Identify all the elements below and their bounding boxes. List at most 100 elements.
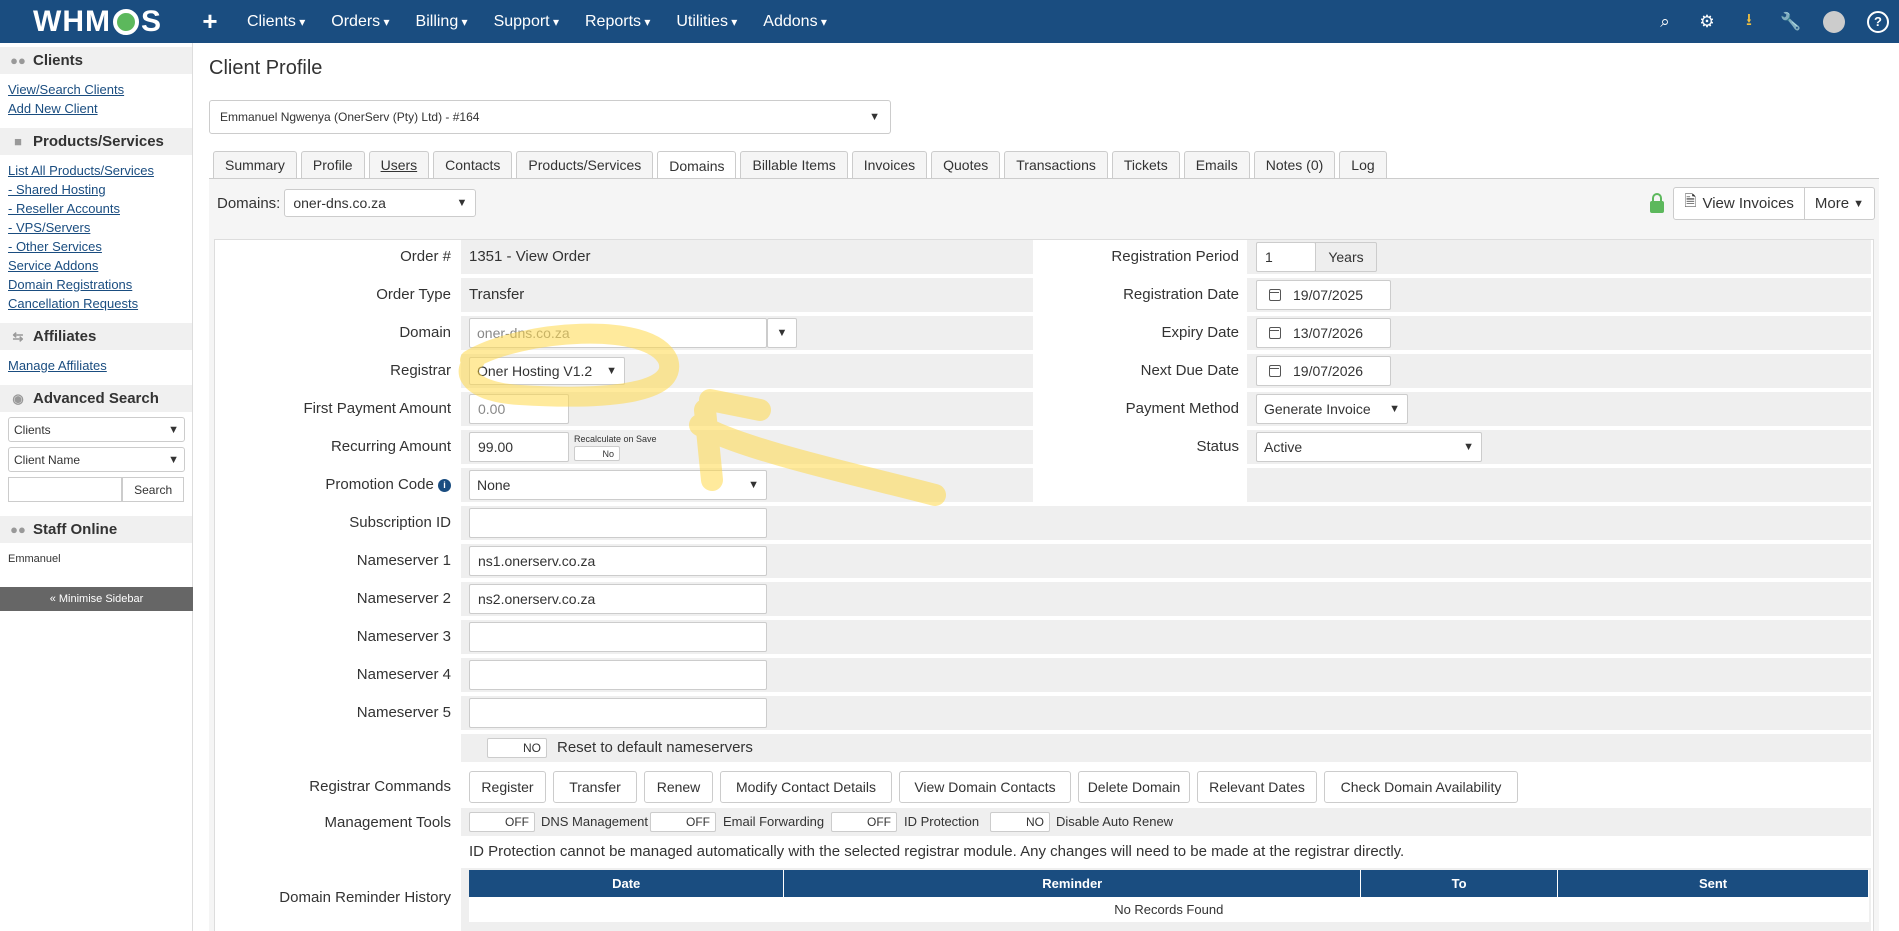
minimise-sidebar-button[interactable]: « Minimise Sidebar (0, 587, 193, 611)
menu-support[interactable]: Support (481, 13, 572, 31)
nameserver2-label: Nameserver 2 (356, 590, 451, 607)
menu-billing[interactable]: Billing (403, 13, 481, 31)
whmcs-logo[interactable]: WHM S (0, 5, 180, 39)
secure-lock-icon (1650, 193, 1664, 213)
tab-billable-items[interactable]: Billable Items (740, 151, 848, 178)
expiry-date-input[interactable]: 13/07/2026 (1256, 318, 1391, 348)
renew-button[interactable]: Renew (644, 771, 713, 803)
view-domain-contacts-button[interactable]: View Domain Contacts (899, 771, 1071, 803)
domain-switch-select[interactable]: oner-dns.co.za ▼ (284, 189, 477, 217)
chevron-down-icon: ▼ (168, 423, 179, 436)
registration-period-unit: Years (1315, 242, 1377, 272)
tab-contacts[interactable]: Contacts (433, 151, 513, 178)
link-list-all-products[interactable]: List All Products/Services (8, 161, 184, 180)
check-domain-availability-button[interactable]: Check Domain Availability (1324, 771, 1518, 803)
nameserver5-label: Nameserver 5 (356, 704, 451, 721)
domain-dropdown-button[interactable]: ▼ (767, 318, 797, 348)
link-add-new-client[interactable]: Add New Client (8, 99, 184, 118)
tab-tickets[interactable]: Tickets (1111, 151, 1180, 178)
subscription-id-input[interactable] (469, 508, 767, 538)
order-link[interactable]: 1351 - View Order (469, 240, 590, 274)
more-button[interactable]: More ▼ (1804, 187, 1875, 220)
delete-domain-button[interactable]: Delete Domain (1078, 771, 1190, 803)
info-icon[interactable]: i (438, 478, 451, 492)
tab-invoices[interactable]: Invoices (851, 151, 928, 178)
promo-code-label: Promotion Code i (223, 468, 461, 502)
status-select[interactable]: Active ▼ (1256, 432, 1482, 462)
tab-notes[interactable]: Notes (0) (1253, 151, 1336, 178)
nameserver1-label: Nameserver 1 (356, 552, 451, 569)
order-label: Order # (400, 248, 451, 265)
email-forwarding-toggle[interactable]: OFF (650, 812, 716, 832)
view-invoices-button[interactable]: 🗎 View Invoices (1673, 187, 1805, 220)
sidebar-section-staff-online: ●● Staff Online (0, 516, 192, 543)
chevron-down-icon: ▼ (1463, 441, 1474, 453)
link-shared-hosting[interactable]: - Shared Hosting (8, 180, 184, 199)
menu-utilities[interactable]: Utilities (663, 13, 750, 31)
nameserver3-input[interactable] (469, 622, 767, 652)
link-manage-affiliates[interactable]: Manage Affiliates (8, 356, 184, 375)
domain-input[interactable]: oner-dns.co.za (469, 318, 767, 348)
register-button[interactable]: Register (469, 771, 546, 803)
nameserver4-input[interactable] (469, 660, 767, 690)
sidebar-search-button[interactable]: Search (122, 477, 184, 502)
chevron-down-icon: ▼ (869, 111, 880, 123)
sidebar: ●● Clients View/Search Clients Add New Cl… (0, 43, 193, 931)
menu-orders[interactable]: Orders (318, 13, 402, 31)
menu-addons[interactable]: Addons (750, 13, 840, 31)
tab-quotes[interactable]: Quotes (931, 151, 1001, 178)
payment-method-select[interactable]: Generate Invoice ▼ (1256, 394, 1408, 424)
link-cancellation-requests[interactable]: Cancellation Requests (8, 294, 184, 313)
promo-code-select[interactable]: None ▼ (469, 470, 767, 500)
cogs-icon[interactable]: ⚙ (1697, 12, 1717, 32)
modify-contact-details-button[interactable]: Modify Contact Details (720, 771, 892, 803)
reminder-col-to: To (1360, 870, 1559, 897)
tab-summary[interactable]: Summary (213, 151, 297, 178)
search-icon[interactable]: ⌕ (1655, 12, 1675, 32)
recurring-amount-input[interactable]: 99.00 (469, 432, 569, 462)
registrar-select[interactable]: Oner Hosting V1.2 ▼ (469, 357, 625, 385)
wrench-icon[interactable]: 🔧 (1780, 12, 1801, 32)
registrar-label: Registrar (390, 362, 451, 379)
link-reseller-accounts[interactable]: - Reseller Accounts (8, 199, 184, 218)
help-icon[interactable]: ? (1867, 10, 1889, 33)
tab-profile[interactable]: Profile (300, 151, 365, 178)
menu-reports[interactable]: Reports (572, 13, 663, 31)
menu-clients[interactable]: Clients (234, 13, 318, 31)
link-service-addons[interactable]: Service Addons (8, 256, 184, 275)
next-due-date-input[interactable]: 19/07/2026 (1256, 356, 1391, 386)
id-protection-toggle[interactable]: OFF (831, 812, 897, 832)
tab-transactions[interactable]: Transactions (1004, 151, 1108, 178)
registration-date-input[interactable]: 19/07/2025 (1256, 280, 1391, 310)
dns-management-toggle[interactable]: OFF (469, 812, 535, 832)
relevant-dates-button[interactable]: Relevant Dates (1197, 771, 1317, 803)
link-other-services[interactable]: - Other Services (8, 237, 184, 256)
registration-period-label: Registration Period (1111, 248, 1239, 265)
reset-nameservers-toggle[interactable]: NO (487, 738, 547, 758)
search-type-select[interactable]: Clients ▼ (8, 417, 185, 442)
tab-log[interactable]: Log (1339, 151, 1387, 178)
link-domain-registrations[interactable]: Domain Registrations (8, 275, 184, 294)
nameserver5-input[interactable] (469, 698, 767, 728)
search-field-select[interactable]: Client Name ▼ (8, 447, 185, 472)
subscription-id-label: Subscription ID (349, 514, 451, 531)
recalculate-toggle[interactable]: No (574, 446, 620, 461)
tab-users[interactable]: Users (368, 151, 430, 178)
transfer-button[interactable]: Transfer (553, 771, 637, 803)
link-view-search-clients[interactable]: View/Search Clients (8, 80, 184, 99)
quick-add-button[interactable]: + (192, 6, 228, 37)
expiry-date-label: Expiry Date (1161, 324, 1239, 341)
download-icon[interactable]: ⭳ (1739, 10, 1759, 32)
avatar-icon[interactable] (1823, 10, 1845, 33)
client-select[interactable]: Emmanuel Ngwenya (OnerServ (Pty) Ltd) - … (209, 100, 891, 134)
tab-emails[interactable]: Emails (1183, 151, 1250, 178)
disable-auto-renew-toggle[interactable]: NO (990, 812, 1050, 832)
first-payment-input[interactable]: 0.00 (469, 394, 569, 424)
tab-domains[interactable]: Domains (657, 151, 737, 179)
link-vps-servers[interactable]: - VPS/Servers (8, 218, 184, 237)
sidebar-search-input[interactable] (8, 477, 123, 502)
registration-period-input[interactable]: 1 (1256, 242, 1316, 272)
nameserver2-input[interactable]: ns2.onerserv.co.za (469, 584, 767, 614)
nameserver1-input[interactable]: ns1.onerserv.co.za (469, 546, 767, 576)
tab-products-services[interactable]: Products/Services (516, 151, 654, 178)
